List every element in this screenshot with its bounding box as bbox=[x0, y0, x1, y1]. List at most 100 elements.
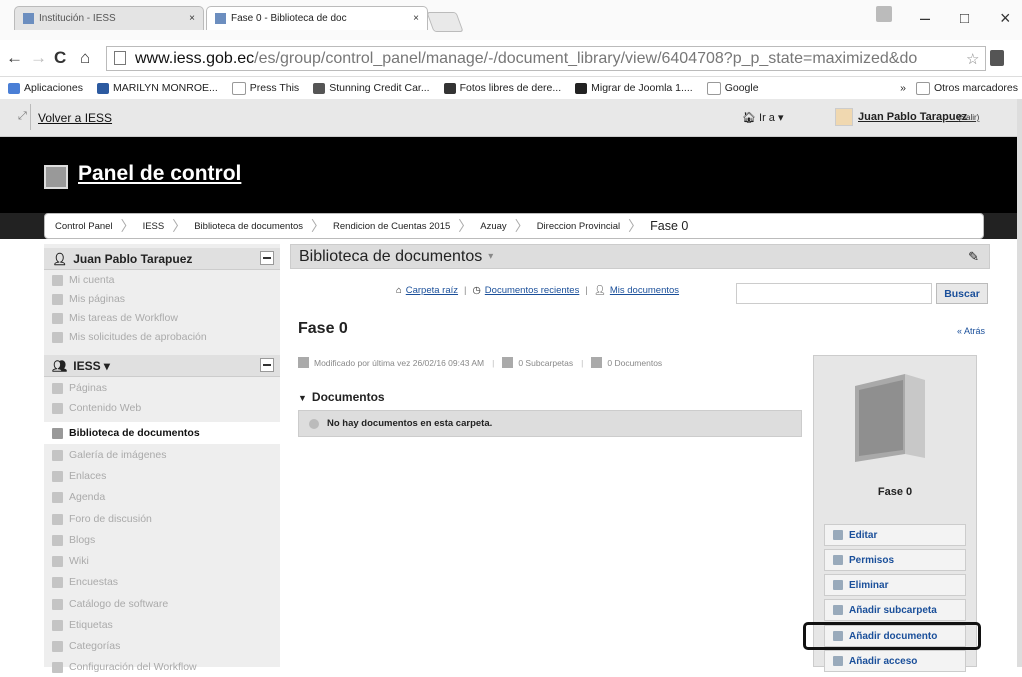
add-shortcut-icon bbox=[833, 656, 843, 666]
delete-folder-button[interactable]: Eliminar bbox=[824, 574, 966, 596]
page-scrollbar[interactable] bbox=[1017, 99, 1022, 667]
sidebar-item-label: Encuestas bbox=[69, 576, 119, 588]
breadcrumb-item[interactable]: IESS 〉 bbox=[143, 216, 195, 236]
search-button[interactable]: Buscar bbox=[936, 283, 988, 304]
other-bookmarks[interactable]: Otros marcadores bbox=[915, 81, 1018, 95]
maximize-button[interactable]: □ bbox=[960, 10, 969, 27]
collapse-icon[interactable] bbox=[260, 251, 274, 265]
chevron-right-icon: 〉 bbox=[514, 218, 529, 234]
back-to-site-link[interactable]: Volver a IESS bbox=[38, 111, 112, 125]
bookmark-press-this[interactable]: Press This bbox=[231, 81, 299, 95]
calendar-icon bbox=[52, 491, 63, 503]
bookmark-apps[interactable]: Aplicaciones bbox=[8, 82, 83, 94]
breadcrumb-item[interactable]: Azuay 〉 bbox=[480, 216, 536, 236]
sidebar-item-software-catalog[interactable]: Catálogo de software bbox=[44, 594, 280, 614]
new-tab-button[interactable] bbox=[426, 12, 464, 32]
back-link[interactable]: « Atrás bbox=[957, 326, 985, 336]
bookmark-fotos[interactable]: Fotos libres de dere... bbox=[443, 82, 562, 94]
control-panel-title[interactable]: Panel de control bbox=[78, 162, 241, 186]
sidebar-item-blogs[interactable]: Blogs bbox=[44, 530, 280, 550]
sidebar-item-image-gallery[interactable]: Galería de imágenes bbox=[44, 445, 280, 465]
breadcrumb-item[interactable]: Control Panel 〉 bbox=[55, 216, 143, 236]
sidebar-item-label: Mis solicitudes de aprobación bbox=[69, 331, 207, 343]
search-input[interactable] bbox=[736, 283, 932, 304]
minimize-button[interactable]: – bbox=[920, 8, 930, 29]
bookmark-label: Migrar de Joomla 1.... bbox=[591, 82, 693, 94]
sidebar-item-label: Wiki bbox=[69, 555, 89, 567]
sidebar-item-links[interactable]: Enlaces bbox=[44, 466, 280, 486]
root-folder-link[interactable]: Carpeta raíz bbox=[406, 285, 458, 296]
tab-institucion[interactable]: Institución - IESS × bbox=[14, 6, 204, 30]
recent-documents-link[interactable]: Documentos recientes bbox=[485, 285, 580, 296]
url-path: /es/group/control_panel/manage/-/documen… bbox=[254, 49, 918, 67]
sidebar-item-label: Galería de imágenes bbox=[69, 449, 167, 461]
sidebar-item-categories[interactable]: Categorías bbox=[44, 636, 280, 656]
document-library-icon bbox=[52, 427, 63, 439]
sidebar-item-mi-cuenta[interactable]: Mi cuenta bbox=[44, 270, 280, 290]
trash-icon bbox=[833, 580, 843, 590]
bookmark-stunning[interactable]: Stunning Credit Car... bbox=[313, 82, 430, 94]
address-bar[interactable]: www.iess.gob.ec/es/group/control_panel/m… bbox=[106, 46, 986, 71]
sidebar-user-header[interactable]: 👤︎ Juan Pablo Tarapuez bbox=[44, 248, 280, 270]
sidebar-item-workflow-config[interactable]: Configuración del Workflow bbox=[44, 657, 280, 677]
categories-icon bbox=[52, 640, 63, 652]
breadcrumb-current: Fase 0 bbox=[650, 219, 688, 233]
sidebar-item-web-content[interactable]: Contenido Web bbox=[44, 398, 280, 418]
breadcrumb-item[interactable]: Direccion Provincial 〉 bbox=[537, 216, 650, 236]
sidebar-item-workflow-tasks[interactable]: Mis tareas de Workflow bbox=[44, 308, 280, 328]
action-label: Añadir acceso bbox=[849, 655, 918, 667]
logout-link[interactable]: (Salir) bbox=[958, 113, 979, 122]
sidebar-item-document-library[interactable]: Biblioteca de documentos bbox=[44, 422, 280, 444]
back-arrow-icon[interactable]: ← bbox=[6, 48, 23, 68]
sidebar-item-wiki[interactable]: Wiki bbox=[44, 551, 280, 571]
edit-icon bbox=[833, 530, 843, 540]
permissions-button[interactable]: Permisos bbox=[824, 549, 966, 571]
breadcrumb-item[interactable]: Rendicion de Cuentas 2015 〉 bbox=[333, 216, 480, 236]
chevron-right-icon: 〉 bbox=[628, 218, 643, 234]
add-shortcut-button[interactable]: Añadir acceso bbox=[824, 650, 966, 672]
sidebar-item-tags[interactable]: Etiquetas bbox=[44, 615, 280, 635]
control-panel-sidebar: 👤︎ Juan Pablo Tarapuez Mi cuenta Mis pág… bbox=[44, 244, 280, 673]
forward-arrow-icon[interactable]: → bbox=[30, 48, 47, 68]
breadcrumb-item[interactable]: Biblioteca de documentos 〉 bbox=[194, 216, 333, 236]
profile-icon[interactable] bbox=[876, 6, 892, 22]
user-name-link[interactable]: Juan Pablo Tarapuez bbox=[858, 111, 967, 123]
sidebar-item-label: Etiquetas bbox=[69, 619, 113, 631]
crumb-label: Azuay bbox=[480, 220, 507, 232]
sidebar-item-forum[interactable]: Foro de discusión bbox=[44, 509, 280, 529]
home-icon[interactable]: ⌂ bbox=[80, 48, 90, 68]
bookmark-label: Fotos libres de dere... bbox=[459, 82, 562, 94]
separator: | bbox=[585, 285, 588, 296]
tab-close-icon[interactable]: × bbox=[413, 13, 419, 24]
goto-menu[interactable]: 🏠︎ Ir a ▾ bbox=[742, 111, 784, 124]
portlet-menu-icon[interactable]: ▾ bbox=[488, 251, 493, 262]
sidebar-item-calendar[interactable]: Agenda bbox=[44, 487, 280, 507]
sidebar-item-paginas[interactable]: Páginas bbox=[44, 378, 280, 398]
sidebar-item-label: Mis páginas bbox=[69, 293, 126, 305]
wrench-icon[interactable]: ✎ bbox=[968, 249, 979, 265]
sidebar-item-label: Mis tareas de Workflow bbox=[69, 312, 178, 324]
sidebar-item-approval-requests[interactable]: Mis solicitudes de aprobación bbox=[44, 327, 280, 347]
bookmark-google[interactable]: Google bbox=[706, 81, 759, 95]
extension-icon[interactable] bbox=[990, 50, 1004, 66]
sidebar-item-polls[interactable]: Encuestas bbox=[44, 572, 280, 592]
sidebar-item-label: Mi cuenta bbox=[69, 274, 115, 286]
close-window-button[interactable]: × bbox=[1000, 8, 1011, 29]
bookmarks-more-button[interactable]: » bbox=[900, 82, 906, 94]
sidebar-item-label: Páginas bbox=[69, 382, 107, 394]
documents-section-header[interactable]: ▼ Documentos bbox=[298, 390, 385, 404]
sidebar-item-mis-paginas[interactable]: Mis páginas bbox=[44, 289, 280, 309]
add-subfolder-button[interactable]: Añadir subcarpeta bbox=[824, 599, 966, 621]
collapse-icon[interactable] bbox=[260, 358, 274, 372]
sidebar-site-header[interactable]: 👥︎ IESS ▾ bbox=[44, 355, 280, 377]
bookmark-joomla[interactable]: Migrar de Joomla 1.... bbox=[575, 82, 693, 94]
sidebar-item-label: Contenido Web bbox=[69, 402, 142, 414]
my-documents-link[interactable]: Mis documentos bbox=[610, 285, 679, 296]
pin-icon[interactable]: ⤢ bbox=[18, 110, 27, 123]
reload-icon[interactable]: C bbox=[54, 48, 66, 68]
edit-folder-button[interactable]: Editar bbox=[824, 524, 966, 546]
tab-fase-0[interactable]: Fase 0 - Biblioteca de doc × bbox=[206, 6, 428, 30]
tab-close-icon[interactable]: × bbox=[189, 13, 195, 24]
bookmark-marilyn[interactable]: MARILYN MONROE... bbox=[96, 82, 218, 94]
calendar-icon bbox=[298, 357, 309, 368]
